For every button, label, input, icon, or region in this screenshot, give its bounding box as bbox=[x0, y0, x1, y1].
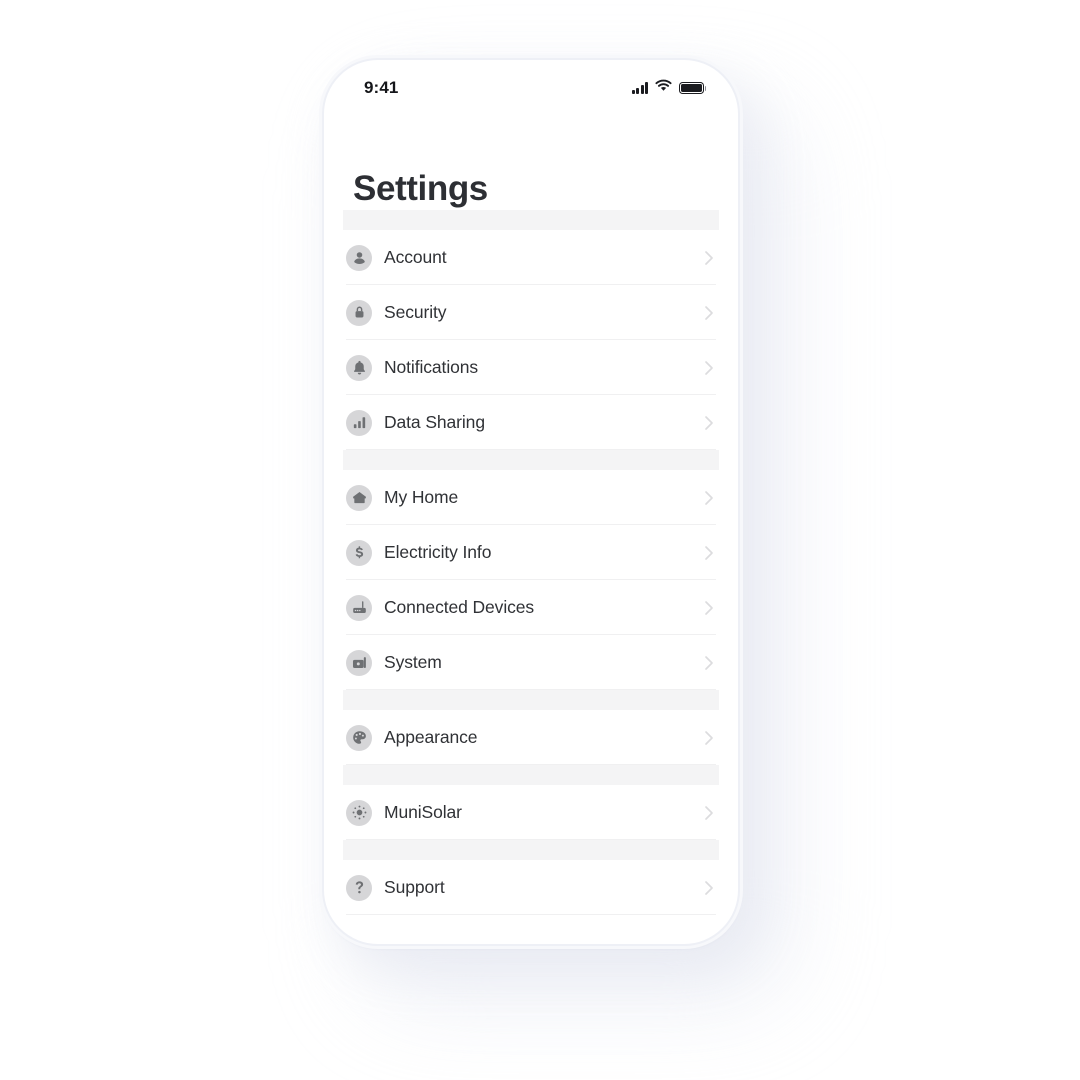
page-title: Settings bbox=[353, 169, 488, 209]
settings-row-connected-devices[interactable]: Connected Devices bbox=[346, 580, 716, 635]
settings-row-data-sharing[interactable]: Data Sharing bbox=[346, 395, 716, 450]
settings-row-security[interactable]: Security bbox=[346, 285, 716, 340]
home-icon bbox=[346, 484, 372, 511]
chevron-right-icon bbox=[704, 805, 714, 821]
group-separator-band bbox=[343, 765, 719, 785]
settings-row-my-home[interactable]: My Home bbox=[346, 470, 716, 525]
router-icon bbox=[346, 594, 372, 621]
status-bar-icons bbox=[631, 79, 707, 97]
group-home: My Home Electricity Info Connected Devices… bbox=[328, 470, 734, 690]
person-icon bbox=[346, 244, 372, 271]
settings-row-system[interactable]: System bbox=[346, 635, 716, 690]
settings-list: Account Security Notifications Data Sharing… bbox=[328, 210, 734, 915]
group-separator-band bbox=[343, 450, 719, 470]
chevron-right-icon bbox=[704, 305, 714, 321]
settings-row-label: Security bbox=[384, 302, 447, 322]
group-munisolar: MuniSolar bbox=[328, 785, 734, 840]
sun-icon bbox=[346, 799, 372, 826]
bar-chart-icon bbox=[346, 409, 372, 436]
phone-screen: 9:41 Settings Account Security Notificatio… bbox=[328, 64, 734, 940]
phone-frame: 9:41 Settings Account Security Notificatio… bbox=[322, 58, 740, 946]
settings-row-support[interactable]: Support bbox=[346, 860, 716, 915]
status-bar: 9:41 bbox=[328, 64, 734, 112]
palette-icon bbox=[346, 724, 372, 751]
group-appearance: Appearance bbox=[328, 710, 734, 765]
chevron-right-icon bbox=[704, 655, 714, 671]
group-separator-band bbox=[343, 840, 719, 860]
settings-row-account[interactable]: Account bbox=[346, 230, 716, 285]
settings-row-munisolar[interactable]: MuniSolar bbox=[346, 785, 716, 840]
chevron-right-icon bbox=[704, 415, 714, 431]
group-separator-band bbox=[343, 690, 719, 710]
wifi-icon bbox=[655, 79, 672, 97]
settings-row-electricity-info[interactable]: Electricity Info bbox=[346, 525, 716, 580]
chevron-right-icon bbox=[704, 250, 714, 266]
settings-row-label: Account bbox=[384, 247, 447, 267]
settings-row-label: Notifications bbox=[384, 357, 479, 377]
chevron-right-icon bbox=[704, 880, 714, 896]
settings-row-label: Connected Devices bbox=[384, 597, 535, 617]
chevron-right-icon bbox=[704, 730, 714, 746]
settings-row-appearance[interactable]: Appearance bbox=[346, 710, 716, 765]
lock-icon bbox=[346, 299, 372, 326]
chevron-right-icon bbox=[704, 490, 714, 506]
battery-full-icon bbox=[679, 81, 707, 95]
dollar-icon bbox=[346, 539, 372, 566]
bell-icon bbox=[346, 354, 372, 381]
settings-row-label: System bbox=[384, 652, 442, 672]
group-separator-band bbox=[343, 210, 719, 230]
settings-row-label: Appearance bbox=[384, 727, 478, 747]
group-support: Support bbox=[328, 860, 734, 915]
settings-row-label: Support bbox=[384, 877, 445, 897]
settings-row-label: Electricity Info bbox=[384, 542, 492, 562]
device-icon bbox=[346, 649, 372, 676]
settings-row-label: My Home bbox=[384, 487, 459, 507]
group-account: Account Security Notifications Data Sharing bbox=[328, 230, 734, 450]
settings-row-notifications[interactable]: Notifications bbox=[346, 340, 716, 395]
status-bar-time: 9:41 bbox=[364, 78, 399, 97]
chevron-right-icon bbox=[704, 545, 714, 561]
settings-row-label: Data Sharing bbox=[384, 412, 485, 432]
cellular-signal-icon bbox=[631, 82, 648, 94]
chevron-right-icon bbox=[704, 360, 714, 376]
chevron-right-icon bbox=[704, 600, 714, 616]
question-mark-icon bbox=[346, 874, 372, 901]
settings-row-label: MuniSolar bbox=[384, 802, 462, 822]
